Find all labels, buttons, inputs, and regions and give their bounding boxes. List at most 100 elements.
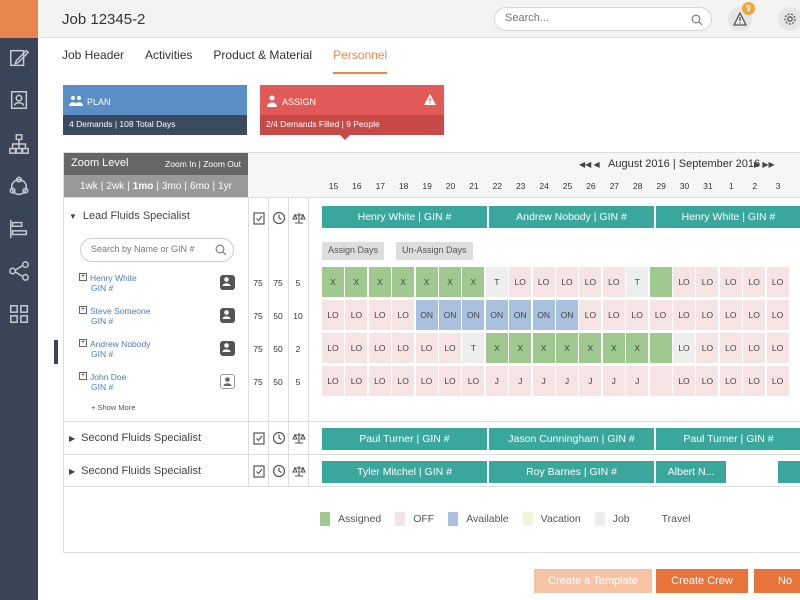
clipboard-check-icon[interactable] [252, 211, 266, 225]
alerts-button[interactable]: 9 [728, 2, 755, 31]
assignment-bar[interactable]: Paul Turner | GIN # [656, 428, 800, 450]
day-cell[interactable]: X [415, 267, 439, 297]
assignment-bar[interactable]: Tyler Mitchel | GIN # [322, 461, 487, 483]
day-cell[interactable] [649, 333, 673, 363]
share-icon[interactable] [7, 259, 31, 283]
day-cell[interactable]: ON [415, 300, 439, 330]
tab-personnel[interactable]: Personnel [333, 38, 388, 74]
day-cell[interactable]: X [345, 267, 369, 297]
day-cell[interactable]: T [626, 267, 650, 297]
day-cell[interactable]: LO [696, 300, 720, 330]
day-cell[interactable]: LO [462, 366, 486, 396]
expand-plus-icon[interactable]: + [79, 273, 87, 281]
day-cell[interactable]: LO [556, 267, 579, 297]
clock-icon[interactable] [272, 211, 286, 225]
crew-search-input[interactable] [91, 244, 206, 254]
day-cell[interactable]: ON [439, 300, 462, 330]
day-cell[interactable]: LO [766, 300, 790, 330]
day-cell[interactable]: LO [415, 333, 439, 363]
day-cell[interactable]: X [485, 333, 509, 363]
day-cell[interactable]: J [602, 366, 626, 396]
day-cell[interactable]: LO [345, 366, 369, 396]
person-entry[interactable]: + John Doe GIN # [79, 372, 126, 392]
clock-icon[interactable] [272, 431, 286, 445]
hierarchy-icon[interactable] [7, 132, 31, 156]
unassign-days-button[interactable]: Un-Assign Days [396, 242, 473, 260]
day-cell[interactable]: LO [719, 300, 743, 330]
person-entry[interactable]: + Steve Someone GIN # [79, 306, 150, 326]
day-cell[interactable]: ON [462, 300, 486, 330]
assign-person-icon[interactable] [220, 341, 235, 356]
person-entry[interactable]: + Henry White GIN # [79, 273, 137, 293]
next-arrows[interactable]: ▶ ▶▶ [754, 160, 775, 169]
day-cell[interactable]: ON [485, 300, 509, 330]
zoom-option[interactable]: 1yr [218, 181, 232, 192]
day-cell[interactable]: X [322, 267, 345, 297]
assignment-bar[interactable]: Jason Cunningham | GIN # [489, 428, 654, 450]
settings-button[interactable] [778, 7, 800, 31]
search-icon[interactable] [691, 13, 703, 31]
edit-icon[interactable] [7, 46, 31, 70]
day-cell[interactable]: LO [673, 366, 696, 396]
day-cell[interactable]: LO [392, 366, 416, 396]
assignment-bar[interactable]: Andrew Nobody | GIN # [489, 206, 654, 228]
day-cell[interactable]: LO [392, 300, 416, 330]
assignment-bar[interactable]: Paul Turner | GIN # [322, 428, 487, 450]
crew-search[interactable] [80, 238, 234, 262]
day-cell[interactable]: X [532, 333, 556, 363]
global-search[interactable] [494, 7, 712, 31]
day-cell[interactable]: LO [439, 366, 462, 396]
day-cell[interactable]: X [392, 267, 416, 297]
expand-plus-icon[interactable]: + [79, 339, 87, 347]
day-cell[interactable]: X [509, 333, 533, 363]
gantt-icon[interactable] [7, 217, 31, 241]
assignment-bar[interactable]: Albert N... [656, 461, 726, 483]
day-cell[interactable]: LO [766, 333, 790, 363]
zoom-in-link[interactable]: Zoom In [165, 159, 196, 169]
day-cell[interactable]: J [509, 366, 533, 396]
expand-plus-icon[interactable]: + [79, 306, 87, 314]
day-cell[interactable] [649, 267, 673, 297]
search-input[interactable] [505, 12, 680, 24]
day-cell[interactable]: X [556, 333, 579, 363]
assignment-bar-partial[interactable] [778, 461, 800, 483]
assign-days-button[interactable]: Assign Days [322, 242, 385, 260]
day-cell[interactable]: X [579, 333, 603, 363]
day-cell[interactable]: LO [673, 300, 696, 330]
day-cell[interactable]: LO [345, 333, 369, 363]
day-cell[interactable]: LO [743, 333, 767, 363]
day-cell[interactable]: LO [368, 366, 392, 396]
day-cell[interactable]: LO [602, 300, 626, 330]
create-crew-button[interactable]: Create Crew [656, 569, 748, 593]
assign-person-icon[interactable] [220, 275, 235, 290]
day-cell[interactable]: LO [532, 267, 556, 297]
day-cell[interactable]: J [556, 366, 579, 396]
day-cell[interactable]: LO [649, 300, 673, 330]
zoom-out-link[interactable]: Zoom Out [203, 159, 241, 169]
day-cell[interactable]: J [626, 366, 650, 396]
tab-product-material[interactable]: Product & Material [213, 38, 312, 74]
day-cell[interactable]: X [439, 267, 462, 297]
day-cell[interactable]: LO [743, 267, 767, 297]
next-button[interactable]: No [754, 569, 800, 593]
day-cell[interactable]: J [532, 366, 556, 396]
assign-person-icon[interactable] [220, 374, 235, 389]
day-cell[interactable]: LO [392, 333, 416, 363]
day-cell[interactable]: X [626, 333, 650, 363]
zoom-option[interactable]: 3mo [162, 181, 181, 192]
day-cell[interactable]: LO [766, 267, 790, 297]
day-cell[interactable]: LO [345, 300, 369, 330]
day-cell[interactable]: LO [322, 333, 345, 363]
person-entry[interactable]: + Andrew Nobody GIN # [79, 339, 150, 359]
day-cell[interactable]: J [485, 366, 509, 396]
clipboard-check-icon[interactable] [252, 431, 266, 445]
day-cell[interactable]: LO [673, 333, 696, 363]
day-cell[interactable]: LO [719, 366, 743, 396]
contact-card-icon[interactable] [7, 88, 31, 112]
day-cell[interactable]: X [602, 333, 626, 363]
day-cell[interactable]: LO [696, 366, 720, 396]
assignment-bar[interactable]: Roy Barnes | GIN # [489, 461, 654, 483]
assignment-bar[interactable]: Henry White | GIN # [322, 206, 487, 228]
day-cell[interactable]: LO [696, 333, 720, 363]
clipboard-check-icon[interactable] [252, 464, 266, 478]
